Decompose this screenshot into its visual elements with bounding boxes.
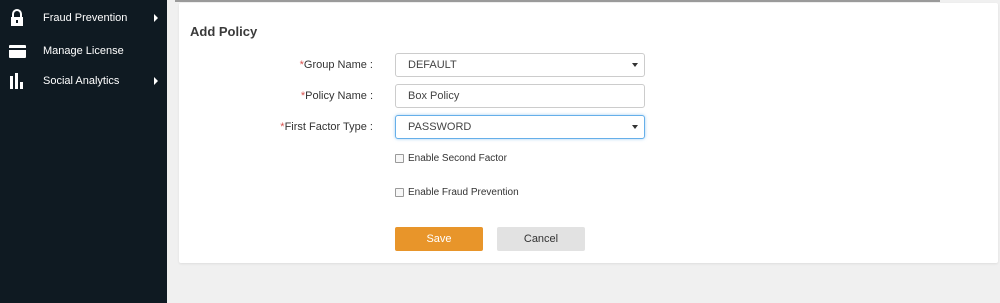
sidebar-item-fraud-prevention[interactable]: Fraud Prevention	[0, 3, 167, 33]
enable-fraud-prevention-checkbox[interactable]	[395, 187, 404, 197]
enable-fraud-prevention-option[interactable]: Enable Fraud Prevention	[395, 187, 519, 198]
policy-name-label: *Policy Name :	[300, 90, 373, 102]
sidebar-item-social-analytics[interactable]: Social Analytics	[0, 66, 167, 96]
caret-down-icon	[632, 63, 638, 67]
enable-fraud-prevention-label: Enable Fraud Prevention	[408, 187, 519, 198]
lock-icon	[8, 9, 26, 27]
enable-second-factor-label: Enable Second Factor	[408, 153, 507, 164]
group-name-label: *Group Name :	[299, 59, 373, 71]
add-policy-panel: Add Policy *Group Name : DEFAULT *Policy…	[179, 3, 998, 263]
page-title: Add Policy	[190, 24, 258, 39]
top-divider	[175, 0, 940, 2]
sidebar-item-label: Manage License	[43, 45, 124, 57]
policy-name-value: Box Policy	[408, 90, 460, 102]
save-button[interactable]: Save	[395, 227, 483, 251]
policy-name-input[interactable]: Box Policy	[395, 84, 645, 108]
enable-second-factor-checkbox[interactable]	[395, 153, 404, 163]
first-factor-type-label: *First Factor Type :	[280, 121, 373, 133]
first-factor-type-value: PASSWORD	[408, 121, 472, 133]
enable-second-factor-option[interactable]: Enable Second Factor	[395, 153, 507, 164]
first-factor-type-select[interactable]: PASSWORD	[395, 115, 645, 139]
caret-down-icon	[632, 125, 638, 129]
group-name-value: DEFAULT	[408, 59, 457, 71]
chevron-right-icon	[154, 14, 158, 22]
chevron-right-icon	[154, 77, 158, 85]
group-name-select[interactable]: DEFAULT	[395, 53, 645, 77]
cancel-button[interactable]: Cancel	[497, 227, 585, 251]
sidebar-item-label: Fraud Prevention	[43, 12, 128, 24]
credit-card-icon	[8, 42, 26, 60]
sidebar: Fraud Prevention Manage License Social A…	[0, 0, 167, 303]
bar-chart-icon	[8, 72, 26, 90]
sidebar-item-manage-license[interactable]: Manage License	[0, 36, 167, 66]
sidebar-item-label: Social Analytics	[43, 75, 120, 87]
